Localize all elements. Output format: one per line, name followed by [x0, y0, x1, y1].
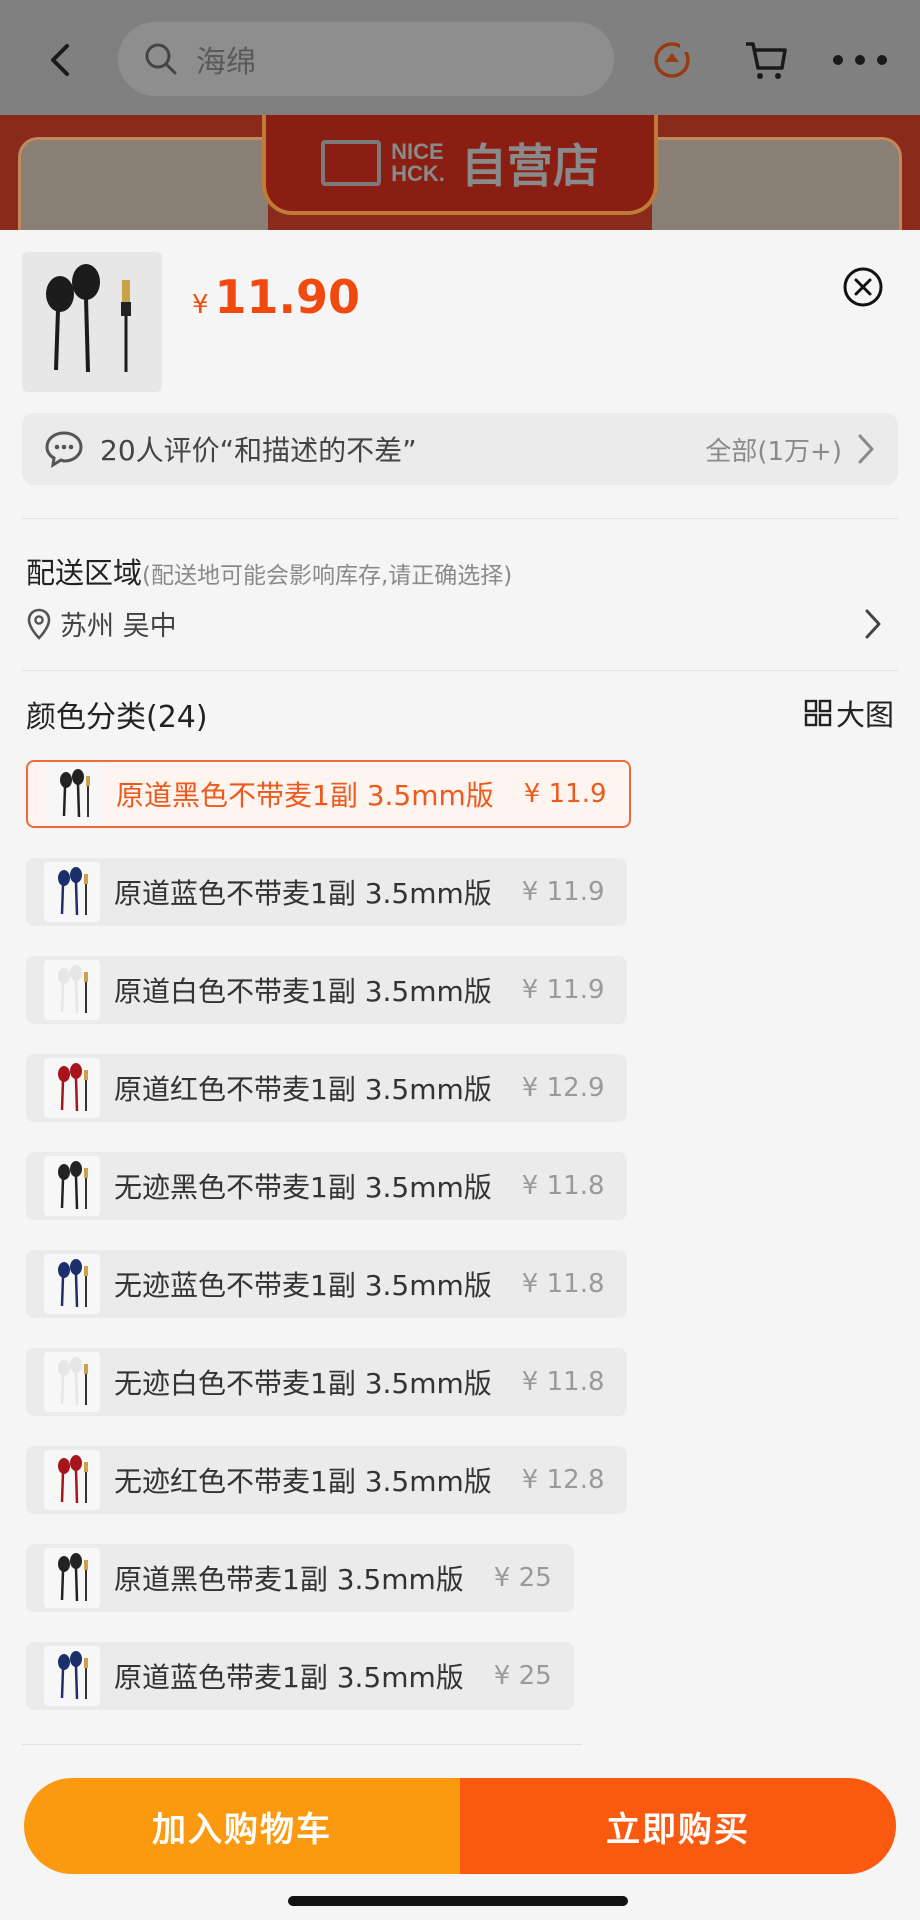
sku-bottom-sheet: ¥ 11.90 20人评价“和描述的不差” 全部(1万+) 配送区域(配送地可能…: [0, 230, 920, 1920]
divider: [22, 518, 898, 519]
delivery-hint: (配送地可能会影响库存,请正确选择): [142, 563, 513, 589]
price-value: 11.90: [214, 270, 361, 324]
brand-logo-text: NICE HCK.: [391, 139, 445, 186]
more-icon: [833, 55, 887, 65]
banner-frame-right: [652, 137, 902, 237]
color-option[interactable]: 原道黑色不带麦1副 3.5mm版 ¥ 11.9: [26, 760, 631, 828]
review-text: 20人评价“和描述的不差”: [100, 434, 417, 467]
close-button[interactable]: [842, 266, 884, 308]
color-option-name: 原道蓝色不带麦1副 3.5mm版: [114, 877, 492, 910]
divider: [22, 670, 898, 671]
color-option-price: ¥ 11.8: [521, 1171, 605, 1201]
store-banner: NICE HCK. 自营店: [0, 115, 920, 237]
refresh-icon: [654, 42, 690, 78]
color-option-price: ¥ 11.9: [521, 975, 605, 1005]
color-option-name: 无迹蓝色不带麦1副 3.5mm版: [114, 1269, 492, 1302]
product-image[interactable]: [22, 252, 162, 392]
earphone-thumbnail-icon: [44, 862, 100, 922]
earphone-thumbnail-icon: [44, 1450, 100, 1510]
color-option[interactable]: 原道白色不带麦1副 3.5mm版 ¥ 11.9: [26, 956, 627, 1024]
color-option-name: 原道红色不带麦1副 3.5mm版: [114, 1073, 492, 1106]
color-option-price: ¥ 11.8: [521, 1269, 605, 1299]
search-icon: [145, 43, 177, 75]
earphone-thumbnail-icon: [46, 764, 102, 824]
cart-icon: [746, 42, 787, 79]
chat-bubble-icon: [45, 431, 83, 468]
color-category-title: 颜色分类(24): [26, 700, 208, 735]
delivery-title: 配送区域(配送地可能会影响库存,请正确选择): [26, 556, 513, 590]
color-option-price: ¥ 11.9: [521, 877, 605, 907]
big-view-toggle[interactable]: 大图: [804, 692, 894, 734]
color-option[interactable]: 原道蓝色带麦1副 3.5mm版 ¥ 25: [26, 1642, 574, 1710]
back-arrow-icon: [51, 44, 69, 76]
earphone-thumbnail-icon: [44, 1646, 100, 1706]
color-option-name: 无迹红色不带麦1副 3.5mm版: [114, 1465, 492, 1498]
refresh-button[interactable]: [650, 38, 694, 82]
big-view-label: 大图: [835, 698, 894, 732]
color-option-price: ¥ 11.9: [523, 779, 607, 809]
product-price: ¥ 11.90: [192, 270, 360, 324]
home-indicator: [288, 1896, 628, 1906]
color-option-price: ¥ 11.8: [521, 1367, 605, 1397]
buy-now-button[interactable]: 立即购买: [460, 1778, 896, 1874]
color-option-name: 原道黑色带麦1副 3.5mm版: [114, 1563, 464, 1596]
dimmed-page-header: 海绵 NICE HCK. 自营店: [0, 0, 920, 237]
earphone-image: [46, 264, 131, 373]
search-input[interactable]: 海绵: [118, 22, 614, 96]
store-badge: NICE HCK. 自营店: [262, 115, 658, 215]
color-option-name: 原道黑色不带麦1副 3.5mm版: [116, 779, 494, 812]
divider: [22, 1744, 582, 1745]
earphone-thumbnail-icon: [44, 1058, 100, 1118]
search-placeholder: 海绵: [196, 45, 256, 80]
color-option-name: 原道蓝色带麦1副 3.5mm版: [114, 1661, 464, 1694]
close-icon: [843, 267, 883, 307]
color-option-name: 无迹白色不带麦1副 3.5mm版: [114, 1367, 492, 1400]
color-option-price: ¥ 12.9: [521, 1073, 605, 1103]
color-option[interactable]: 原道红色不带麦1副 3.5mm版 ¥ 12.9: [26, 1054, 627, 1122]
color-option[interactable]: 原道黑色带麦1副 3.5mm版 ¥ 25: [26, 1544, 574, 1612]
chevron-right-icon: [858, 434, 874, 464]
price-currency: ¥: [192, 290, 209, 320]
shop-type-label: 自营店: [460, 139, 599, 193]
cart-button[interactable]: [744, 38, 788, 82]
color-option-price: ¥ 12.8: [521, 1465, 605, 1495]
color-option[interactable]: 无迹蓝色不带麦1副 3.5mm版 ¥ 11.8: [26, 1250, 627, 1318]
color-option-name: 无迹黑色不带麦1副 3.5mm版: [114, 1171, 492, 1204]
color-option-price: ¥ 25: [493, 1563, 552, 1593]
review-all-link[interactable]: 全部(1万+): [705, 431, 842, 468]
back-button[interactable]: [40, 36, 80, 84]
delivery-location[interactable]: 苏州 吴中: [26, 604, 177, 643]
bottom-action-bar: 加入购物车 立即购买: [24, 1778, 896, 1874]
color-option[interactable]: 无迹黑色不带麦1副 3.5mm版 ¥ 11.8: [26, 1152, 627, 1220]
banner-frame-left: [18, 137, 268, 237]
earphone-thumbnail-icon: [44, 1352, 100, 1412]
earphone-thumbnail-icon: [44, 960, 100, 1020]
color-option[interactable]: 无迹红色不带麦1副 3.5mm版 ¥ 12.8: [26, 1446, 627, 1514]
earphone-thumbnail-icon: [44, 1254, 100, 1314]
page: 海绵 NICE HCK. 自营店 ¥ 11.90 20人评价“和描述的不差” 全…: [0, 0, 920, 1920]
grid-view-icon: [804, 699, 832, 727]
color-option-name: 原道白色不带麦1副 3.5mm版: [114, 975, 492, 1008]
color-option[interactable]: 无迹白色不带麦1副 3.5mm版 ¥ 11.8: [26, 1348, 627, 1416]
color-option-price: ¥ 25: [493, 1661, 552, 1691]
earphone-thumbnail-icon: [44, 1548, 100, 1608]
chevron-right-icon[interactable]: [862, 606, 884, 642]
delivery-location-text: 苏州 吴中: [60, 611, 177, 642]
more-button[interactable]: [830, 42, 890, 78]
review-summary-bar[interactable]: 20人评价“和描述的不差” 全部(1万+): [22, 413, 898, 485]
add-to-cart-button[interactable]: 加入购物车: [24, 1778, 460, 1874]
nav-bar: 海绵: [0, 0, 920, 115]
brand-logo-icon: [321, 140, 382, 186]
location-pin-icon: [27, 608, 51, 640]
color-option[interactable]: 原道蓝色不带麦1副 3.5mm版 ¥ 11.9: [26, 858, 627, 926]
earphone-thumbnail-icon: [44, 1156, 100, 1216]
